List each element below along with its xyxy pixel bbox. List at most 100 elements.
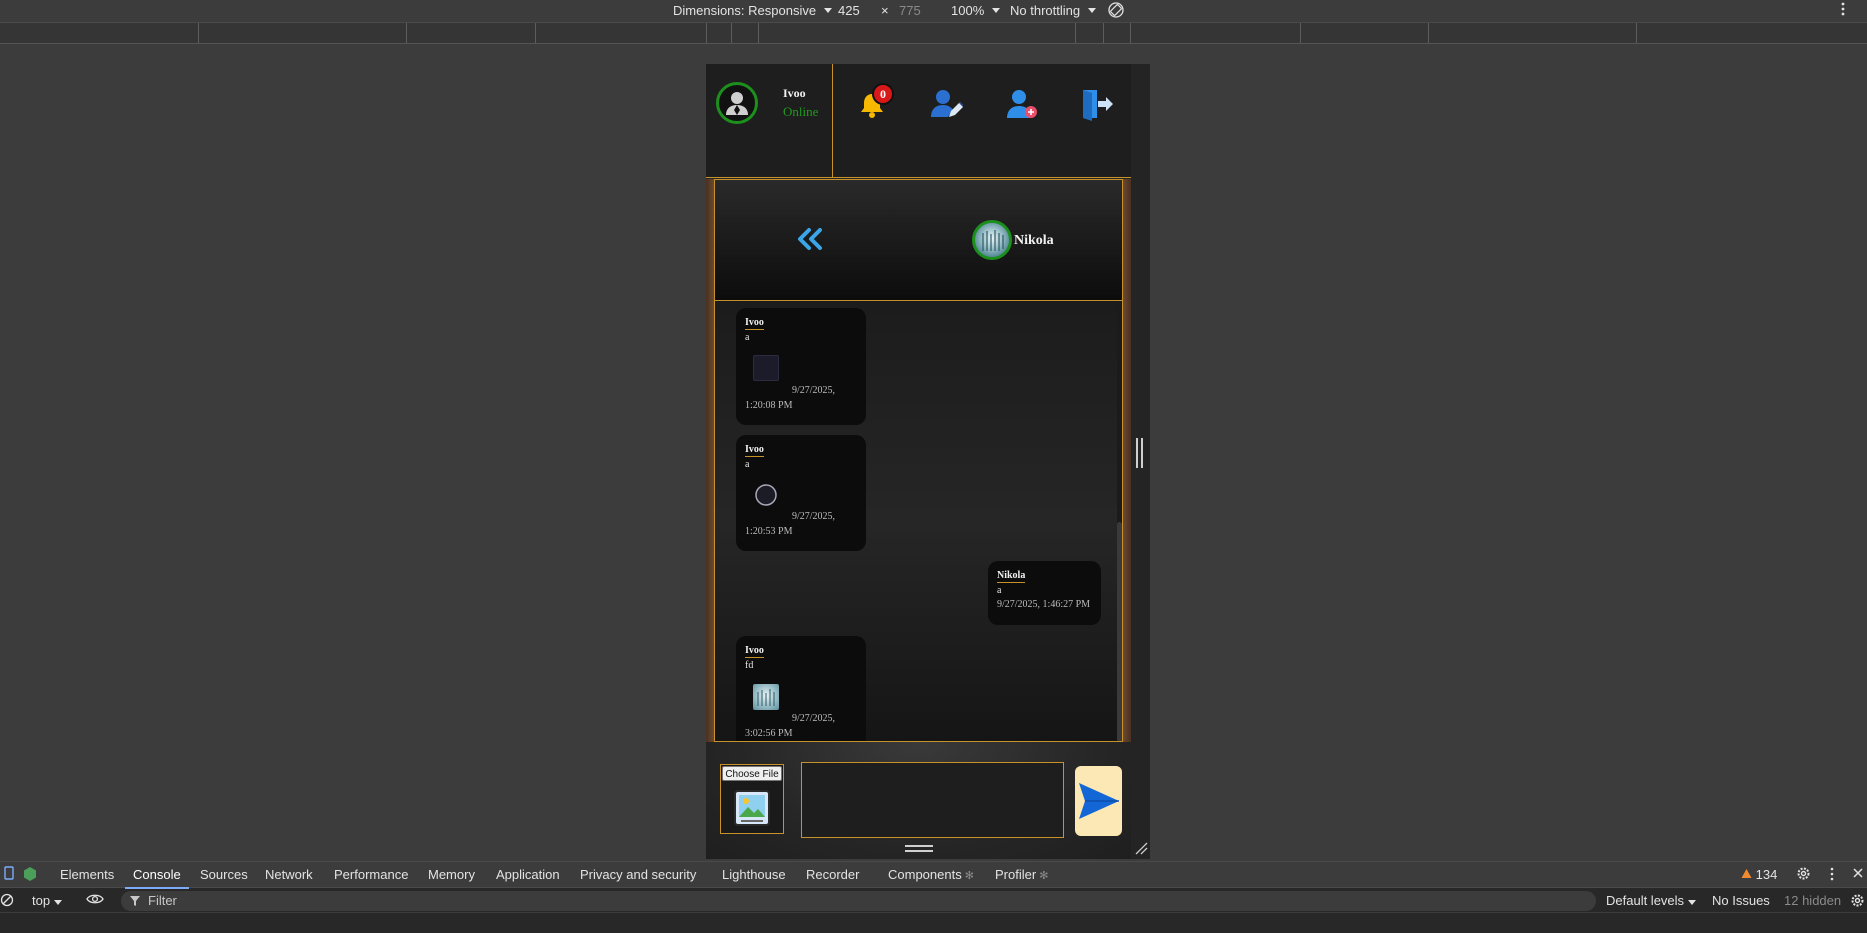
zoom-dropdown[interactable]: 100% bbox=[951, 3, 1001, 18]
message-time: 9/27/2025, bbox=[792, 713, 836, 724]
warnings-count: 134 bbox=[1755, 867, 1778, 882]
chevron-down-icon bbox=[824, 8, 833, 13]
context-selector[interactable]: top bbox=[32, 893, 63, 908]
message-list[interactable]: Ivoo a 9/27/2025, 1:20:08 PM Ivoo a 9/27… bbox=[715, 302, 1122, 741]
more-options-icon[interactable] bbox=[1840, 1, 1846, 17]
back-button[interactable] bbox=[795, 224, 825, 254]
warning-icon bbox=[1741, 869, 1752, 878]
notifications-button[interactable]: 0 bbox=[854, 83, 894, 122]
message-bubble: Nikola a 9/27/2025, 1:46:27 PM bbox=[988, 561, 1101, 625]
image-icon[interactable] bbox=[733, 789, 771, 827]
message-composer: Choose File bbox=[706, 742, 1131, 859]
console-settings-icon[interactable] bbox=[1850, 893, 1865, 911]
device-toolbar: Dimensions: Responsive 425 × 775 100% No… bbox=[0, 0, 1867, 22]
message-time: 9/27/2025, bbox=[792, 511, 836, 522]
tab-profiler-label: Profiler bbox=[995, 867, 1037, 882]
message-time-line2: 1:20:53 PM bbox=[745, 526, 793, 537]
height-value: 775 bbox=[899, 3, 921, 18]
resize-corner-icon[interactable] bbox=[1134, 841, 1148, 855]
filter-placeholder: Filter bbox=[148, 893, 177, 908]
message-sender: Ivoo bbox=[745, 444, 764, 457]
peer-name: Nikola bbox=[1014, 233, 1054, 248]
message-text: a bbox=[997, 585, 1002, 596]
device-viewport: Ivoo Online 0 Nikola Ivoo a 9/27/2025, 1… bbox=[706, 64, 1150, 859]
tab-lighthouse[interactable]: Lighthouse bbox=[722, 867, 786, 882]
height-input[interactable]: 775 bbox=[899, 3, 921, 18]
tab-application[interactable]: Application bbox=[496, 867, 560, 882]
peer-photo bbox=[982, 230, 1004, 251]
context-label: top bbox=[32, 893, 51, 908]
message-attachment[interactable] bbox=[753, 355, 779, 381]
tab-sources[interactable]: Sources bbox=[200, 867, 248, 882]
scrollbar-thumb[interactable] bbox=[1117, 522, 1122, 741]
throttling-label: No throttling bbox=[1010, 3, 1081, 18]
filter-input[interactable]: Filter bbox=[121, 891, 1596, 911]
tab-performance[interactable]: Performance bbox=[334, 867, 408, 882]
message-sender: Nikola bbox=[997, 570, 1026, 583]
send-button[interactable] bbox=[1075, 766, 1122, 836]
peer-avatar[interactable] bbox=[972, 220, 1012, 260]
chat-frame-left bbox=[706, 179, 714, 742]
hidden-count: 12 hidden bbox=[1784, 893, 1842, 908]
tab-network[interactable]: Network bbox=[265, 867, 313, 882]
edit-profile-button[interactable] bbox=[928, 86, 964, 122]
double-chevron-left-icon bbox=[798, 228, 822, 250]
clear-console-icon[interactable] bbox=[0, 893, 14, 910]
log-levels-label: Default levels bbox=[1606, 893, 1685, 908]
file-upload[interactable]: Choose File bbox=[720, 764, 784, 834]
message-text: a bbox=[745, 332, 750, 343]
viewport-height-handle[interactable] bbox=[905, 845, 933, 855]
tab-components-label: Components bbox=[888, 867, 962, 882]
message-input[interactable] bbox=[801, 762, 1064, 838]
tab-memory[interactable]: Memory bbox=[428, 867, 475, 882]
width-input[interactable]: 425 bbox=[838, 3, 860, 18]
message-bubble: Ivoo a 9/27/2025, 1:20:08 PM bbox=[736, 308, 866, 425]
log-levels-dropdown[interactable]: Default levels bbox=[1606, 893, 1697, 908]
eye-icon[interactable] bbox=[86, 892, 104, 909]
throttling-dropdown[interactable]: No throttling bbox=[1010, 3, 1097, 18]
dimensions-dropdown[interactable]: Dimensions: Responsive bbox=[673, 3, 833, 18]
message-time-line2: 1:20:08 PM bbox=[745, 400, 793, 411]
warnings-counter[interactable]: 134 bbox=[1741, 867, 1777, 882]
message-scrollbar[interactable] bbox=[1117, 302, 1122, 741]
chevron-down-icon bbox=[992, 8, 1001, 13]
message-bubble: Ivoo a 9/27/2025, 1:20:53 PM bbox=[736, 435, 866, 551]
logout-button[interactable] bbox=[1079, 86, 1115, 122]
chevron-down-icon bbox=[1088, 8, 1097, 13]
more-options-icon[interactable] bbox=[1829, 867, 1835, 884]
message-time: 9/27/2025, bbox=[792, 385, 836, 396]
message-text: fd bbox=[745, 660, 754, 671]
tab-components[interactable]: Components ✻ bbox=[888, 867, 974, 882]
current-user-box: Ivoo Online bbox=[706, 64, 833, 178]
send-icon bbox=[1078, 783, 1119, 819]
chevron-down-icon bbox=[1688, 900, 1697, 905]
chevron-down-icon bbox=[54, 900, 63, 905]
tab-profiler[interactable]: Profiler ✻ bbox=[995, 867, 1048, 882]
devtools-tabs: Elements Console Sources Network Perform… bbox=[0, 862, 1867, 889]
avatar[interactable] bbox=[716, 82, 758, 124]
circle-image bbox=[755, 484, 777, 506]
chat-frame-right bbox=[1123, 179, 1131, 742]
viewport-width-handle[interactable] bbox=[1136, 438, 1146, 468]
online-status: Online bbox=[783, 104, 819, 119]
photo-image bbox=[757, 689, 775, 706]
close-icon[interactable] bbox=[1852, 867, 1864, 882]
dimensions-label: Dimensions: Responsive bbox=[673, 3, 817, 18]
message-attachment[interactable] bbox=[753, 482, 779, 508]
user-silhouette-icon bbox=[726, 92, 748, 115]
add-user-button[interactable] bbox=[1004, 86, 1040, 122]
tab-elements[interactable]: Elements bbox=[60, 867, 114, 882]
choose-file-button[interactable]: Choose File bbox=[722, 766, 782, 781]
filter-icon bbox=[130, 896, 140, 906]
issues-button[interactable]: No Issues bbox=[1712, 893, 1770, 908]
tab-recorder[interactable]: Recorder bbox=[806, 867, 859, 882]
vue-devtools-icon[interactable] bbox=[23, 866, 37, 885]
tab-console[interactable]: Console bbox=[125, 867, 189, 889]
message-time-line2: 3:02:56 PM bbox=[745, 728, 793, 739]
settings-icon[interactable] bbox=[1796, 866, 1811, 884]
tab-privacy[interactable]: Privacy and security bbox=[580, 867, 696, 882]
message-attachment[interactable] bbox=[753, 684, 779, 710]
device-toggle-icon[interactable] bbox=[4, 866, 14, 883]
rotate-icon[interactable] bbox=[1107, 1, 1125, 19]
media-query-ruler[interactable] bbox=[0, 22, 1867, 44]
